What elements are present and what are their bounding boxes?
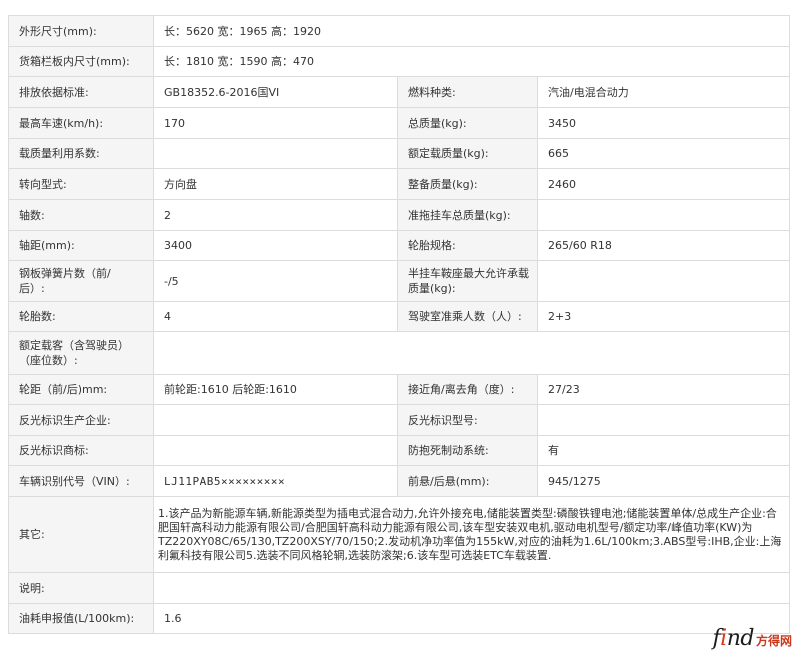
value-track-width: 前轮距:1610 后轮距:1610 [164, 383, 297, 396]
label-max-speed: 最高车速(km/h): [19, 116, 104, 130]
label-cab-capacity: 驾驶室准乘人数（人）: [408, 310, 522, 323]
value-max-speed: 170 [164, 116, 185, 130]
label-overhang: 前悬/后悬(mm): [408, 474, 490, 488]
table-row: 钢板弹簧片数（前/ 后）: -/5 半挂车鞍座最大允许承载 质量(kg): [9, 261, 790, 302]
value-leaf-springs: -/5 [164, 274, 179, 288]
watermark-brand-name: 方得网 [755, 634, 792, 648]
spec-table: 外形尺寸(mm): 长：5620 宽：1965 高：1920 货箱栏板内尺寸(m… [8, 15, 790, 634]
label-leaf-springs: 钢板弹簧片数（前/ 后）: [19, 267, 111, 295]
label-other: 其它: [19, 528, 45, 541]
watermark-logo: find [712, 626, 755, 651]
value-steering-type: 方向盘 [164, 177, 197, 191]
label-cargo-box-dimensions: 货箱栏板内尺寸(mm): [19, 55, 130, 68]
table-row: 货箱栏板内尺寸(mm): 长：1810 宽：1590 高：470 [9, 47, 790, 77]
table-row: 反光标识商标: 防抱死制动系统: 有 [9, 436, 790, 466]
label-abs: 防抱死制动系统: [408, 444, 489, 457]
label-remarks: 说明: [19, 581, 45, 595]
label-fuel-consumption: 油耗申报值(L/100km): [19, 612, 135, 625]
label-vin: 车辆识别代号（VIN）: [19, 474, 130, 488]
table-row: 反光标识生产企业: 反光标识型号: [9, 405, 790, 436]
label-axle-count: 轴数: [19, 208, 45, 222]
value-abs: 有 [548, 444, 559, 457]
table-row: 转向型式: 方向盘 整备质量(kg): 2460 [9, 169, 790, 200]
value-vin: LJ11PAB5××××××××× [164, 474, 286, 488]
label-steering-type: 转向型式: [19, 177, 67, 191]
label-tire-count: 轮胎数: [19, 310, 56, 323]
value-rated-load: 665 [548, 147, 569, 160]
table-row: 油耗申报值(L/100km): 1.6 [9, 604, 790, 634]
label-gross-mass: 总质量(kg): [408, 116, 467, 130]
label-curb-mass: 整备质量(kg): [408, 177, 478, 191]
value-approach-departure-angle: 27/23 [548, 383, 580, 396]
table-row: 载质量利用系数: 额定载质量(kg): 665 [9, 139, 790, 169]
table-row: 其它: 1.该产品为新能源车辆,新能源类型为插电式混合动力,允许外接充电,储能装… [9, 497, 790, 573]
label-fuel-type: 燃料种类: [408, 85, 456, 99]
value-fuel-consumption: 1.6 [164, 612, 182, 625]
value-emission-standard: GB18352.6-2016国VI [164, 85, 280, 99]
label-reflector-maker: 反光标识生产企业: [19, 413, 111, 427]
label-track-width: 轮距（前/后)mm: [19, 383, 108, 396]
value-wheelbase: 3400 [164, 239, 192, 252]
label-load-utilization: 载质量利用系数: [19, 147, 100, 160]
label-approach-departure-angle: 接近角/离去角（度）: [408, 383, 515, 396]
label-wheelbase: 轴距(mm): [19, 239, 75, 252]
label-rated-load: 额定载质量(kg): [408, 147, 489, 160]
value-cargo-box-dimensions: 长：1810 宽：1590 高：470 [164, 55, 314, 68]
value-other-notes: 1.该产品为新能源车辆,新能源类型为插电式混合动力,允许外接充电,储能装置类型:… [158, 506, 782, 562]
table-row: 最高车速(km/h): 170 总质量(kg): 3450 [9, 108, 790, 139]
label-rated-passengers: 额定载客（含驾驶员） （座位数）: [19, 339, 129, 367]
value-outer-dimensions: 长：5620 宽：1965 高：1920 [164, 24, 321, 38]
table-row: 额定载客（含驾驶员） （座位数）: [9, 332, 790, 375]
label-saddle-load: 半挂车鞍座最大允许承载 质量(kg): [408, 267, 529, 295]
label-emission-standard: 排放依据标准: [19, 85, 89, 99]
table-row: 轴数: 2 准拖挂车总质量(kg): [9, 200, 790, 231]
label-trailer-mass: 准拖挂车总质量(kg): [408, 208, 511, 222]
table-row: 说明: [9, 573, 790, 604]
label-reflector-model: 反光标识型号: [408, 413, 478, 427]
value-cab-capacity: 2+3 [548, 310, 572, 323]
value-axle-count: 2 [164, 208, 171, 222]
site-watermark: find 方得网 [713, 626, 792, 651]
value-fuel-type: 汽油/电混合动力 [548, 85, 629, 99]
table-row: 轮胎数: 4 驾驶室准乘人数（人）: 2+3 [9, 302, 790, 332]
table-row: 排放依据标准: GB18352.6-2016国VI 燃料种类: 汽油/电混合动力 [9, 77, 790, 108]
value-tire-spec: 265/60 R18 [548, 239, 612, 252]
label-outer-dimensions: 外形尺寸(mm): [19, 24, 97, 38]
table-row: 轮距（前/后)mm: 前轮距:1610 后轮距:1610 接近角/离去角（度）:… [9, 375, 790, 405]
table-row: 车辆识别代号（VIN）: LJ11PAB5××××××××× 前悬/后悬(mm)… [9, 466, 790, 497]
value-gross-mass: 3450 [548, 116, 576, 130]
value-tire-count: 4 [164, 310, 171, 323]
value-overhang: 945/1275 [548, 474, 601, 488]
table-row: 轴距(mm): 3400 轮胎规格: 265/60 R18 [9, 231, 790, 261]
table-row: 外形尺寸(mm): 长：5620 宽：1965 高：1920 [9, 16, 790, 47]
value-curb-mass: 2460 [548, 177, 576, 191]
label-reflector-brand: 反光标识商标: [19, 444, 89, 457]
label-tire-spec: 轮胎规格: [408, 239, 456, 252]
